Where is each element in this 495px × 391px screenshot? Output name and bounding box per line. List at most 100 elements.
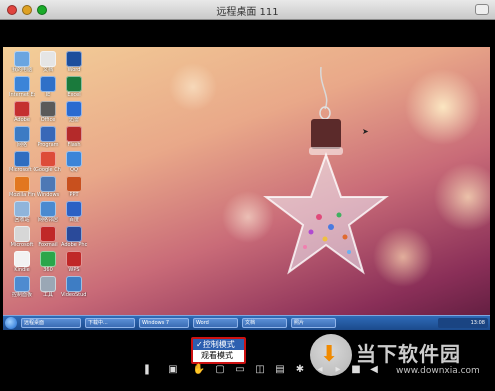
app-icon xyxy=(40,51,56,67)
app-icon xyxy=(14,276,30,292)
desktop-icon[interactable]: Adobe Photoshop xyxy=(61,226,87,248)
desktop-icon[interactable]: VideoStudio xyxy=(61,276,87,298)
app-icon xyxy=(66,201,82,217)
app-icon xyxy=(66,226,82,242)
desktop-icon[interactable]: 迅雷 xyxy=(61,101,87,123)
desktop-icon[interactable]: IE xyxy=(35,76,61,98)
taskbar-item[interactable]: 文档 xyxy=(242,318,287,328)
desktop-icon-label: Windows xyxy=(36,192,60,198)
desktop-icon[interactable]: 网络邻居 xyxy=(35,201,61,223)
start-button[interactable] xyxy=(5,317,17,329)
app-icon xyxy=(14,176,30,192)
taskbar-item[interactable]: 下载中... xyxy=(85,318,135,328)
desktop-icon[interactable]: Kindle xyxy=(9,251,35,273)
desktop-icon[interactable]: 360 xyxy=(35,251,61,273)
desktop-icon-label: Adobe xyxy=(14,117,30,123)
desktop-icon-label: IE xyxy=(45,92,51,98)
app-icon xyxy=(14,101,30,117)
app-icon xyxy=(14,76,30,92)
remote-desktop-screen[interactable]: 我的电脑 Internet Explorer Adobe 网络 Microsoft Ou… xyxy=(3,47,490,330)
mode-popup-menu: ✓控制模式 观看模式 xyxy=(191,337,246,364)
desktop-icon-label: QQ xyxy=(70,167,78,173)
desktop-icon[interactable]: Flash xyxy=(61,126,87,148)
desktop-icon-label: WPS xyxy=(68,267,80,273)
app-icon xyxy=(66,126,82,142)
keyboard-icon[interactable]: ▤ xyxy=(273,363,287,377)
view-mode-option[interactable]: 观看模式 xyxy=(193,350,244,361)
desktop-icon-label: Adobe Photoshop xyxy=(61,242,87,248)
desktop-icon-label: Office xyxy=(40,117,56,123)
mouse-cursor-icon: ➤ xyxy=(362,127,369,136)
desktop-icon[interactable]: Internet Explorer xyxy=(9,76,35,98)
desktop-icon[interactable]: Mozilla Firefox xyxy=(9,176,35,198)
desktop-icon-label: 文档 xyxy=(42,67,53,73)
watermark-url: www.downxia.com xyxy=(396,366,480,376)
system-tray-clock: 13:08 xyxy=(438,318,488,328)
hand-icon[interactable]: ✋ xyxy=(192,363,206,377)
watermark-brand: 当下软件园 xyxy=(356,342,461,366)
app-icon xyxy=(40,176,56,192)
desktop-icon[interactable]: PPT xyxy=(61,176,87,198)
window-title: 远程桌面 111 xyxy=(216,7,279,18)
control-mode-label: 控制模式 xyxy=(202,340,235,349)
desktop-icon[interactable]: 控制面板 xyxy=(9,276,35,298)
app-icon xyxy=(66,76,82,92)
desktop-icon-label: PPT xyxy=(69,192,79,198)
scale-icon[interactable]: ◫ xyxy=(253,363,267,377)
desktop-icon-label: Flash xyxy=(67,142,81,148)
app-icon xyxy=(40,201,56,217)
desktop-icon[interactable]: Word xyxy=(61,51,87,73)
app-icon xyxy=(66,51,82,67)
star-bottle-wallpaper xyxy=(263,67,389,275)
desktop-icon-label: Foxmail xyxy=(38,242,58,248)
desktop-icon-label: Internet Explorer xyxy=(9,92,35,98)
app-icon xyxy=(66,176,82,192)
toolbar-toggle-button[interactable] xyxy=(475,4,489,15)
download-arrow-icon: ⬇ xyxy=(320,342,339,367)
app-icon xyxy=(66,101,82,117)
app-icon xyxy=(14,126,30,142)
desktop-icon[interactable]: Excel xyxy=(61,76,87,98)
screen-icon[interactable]: ▢ xyxy=(213,363,227,377)
settings-icon[interactable]: ✱ xyxy=(293,363,307,377)
desktop-icon[interactable]: WPS xyxy=(61,251,87,273)
app-icon xyxy=(14,251,30,267)
desktop-icon-label: Google Chrome xyxy=(35,167,61,173)
desktop-icon[interactable]: Google Chrome xyxy=(35,151,61,173)
taskbar-item[interactable]: 照片 xyxy=(291,318,336,328)
desktop-icon[interactable]: 网络 xyxy=(9,126,35,148)
taskbar-item[interactable]: Word xyxy=(193,318,238,328)
desktop-icon[interactable]: Microsoft xyxy=(9,226,35,248)
desktop-icon-label: 百度 xyxy=(68,217,79,223)
desktop-icon[interactable]: QQ xyxy=(61,151,87,173)
desktop-icon[interactable]: 回收站 xyxy=(9,201,35,223)
app-icon xyxy=(14,201,30,217)
taskbar-item[interactable]: 远程桌面 xyxy=(21,318,81,328)
desktop-icon-label: VideoStudio xyxy=(61,292,87,298)
downxia-watermark: ⬇ 当下软件园 www.downxia.com xyxy=(310,334,490,384)
app-icon xyxy=(66,276,82,292)
desktop-icon[interactable]: Windows xyxy=(35,176,61,198)
taskbar-item[interactable]: Windows 7 xyxy=(139,318,189,328)
desktop-icon[interactable]: Microsoft Outlook xyxy=(9,151,35,173)
desktop-icon-label: 我的电脑 xyxy=(11,67,32,73)
desktop-icon[interactable]: Foxmail xyxy=(35,226,61,248)
desktop-icon-label: 360 xyxy=(43,267,53,273)
app-icon xyxy=(14,226,30,242)
desktop-icon[interactable]: 工具 xyxy=(35,276,61,298)
control-mode-option[interactable]: ✓控制模式 xyxy=(193,339,244,350)
fullscreen-icon[interactable]: ▭ xyxy=(233,363,247,377)
desktop-icon-label: 网络邻居 xyxy=(37,217,58,223)
app-icon xyxy=(14,151,30,167)
app-icon xyxy=(40,101,56,117)
checkmark-icon: ✓ xyxy=(196,340,203,349)
desktop-icon[interactable]: 文档 xyxy=(35,51,61,73)
desktop-icon[interactable]: Adobe xyxy=(9,101,35,123)
info-icon[interactable]: ❚ xyxy=(140,363,154,377)
display-icon[interactable]: ▣ xyxy=(166,363,180,377)
remote-desktop-window: 远程桌面 111 我的电脑 Internet Explorer Adobe 网络 Mic… xyxy=(0,0,495,391)
desktop-icon[interactable]: 百度 xyxy=(61,201,87,223)
desktop-icon[interactable]: Office xyxy=(35,101,61,123)
desktop-icon[interactable]: Program xyxy=(35,126,61,148)
desktop-icon[interactable]: 我的电脑 xyxy=(9,51,35,73)
